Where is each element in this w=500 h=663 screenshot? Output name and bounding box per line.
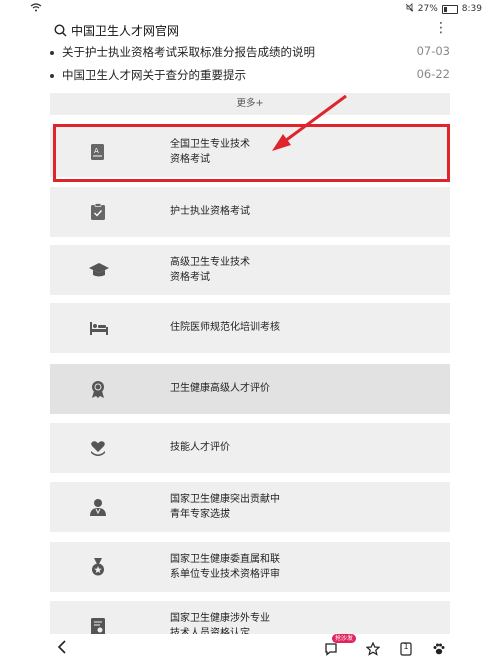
page-count: 1 (403, 642, 409, 651)
comment-badge: 抢沙发 (332, 634, 357, 643)
red-arrow-annotation (272, 94, 347, 151)
bottom-navigation: 抢沙发 1 (0, 634, 500, 663)
star-icon[interactable] (365, 641, 381, 660)
paw-icon[interactable] (432, 641, 446, 660)
back-icon[interactable] (56, 639, 68, 659)
comment-icon[interactable] (324, 641, 338, 660)
